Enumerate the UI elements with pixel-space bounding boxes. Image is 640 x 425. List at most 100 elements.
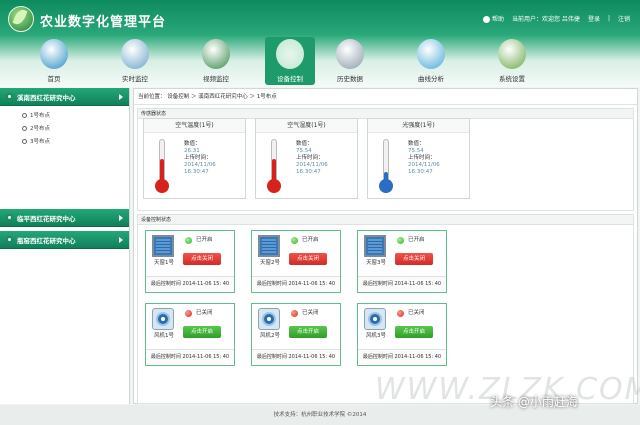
time-prefix: 最后控制时间: [362, 354, 393, 360]
nav-item-6[interactable]: 系统设置: [480, 37, 544, 85]
value-label: 数值：: [184, 141, 201, 147]
location-icon: [6, 214, 13, 221]
sensor-name: 空气湿度(1号): [256, 119, 357, 133]
last-control-time: 最后控制时间 2014-11-06 15: 40: [358, 349, 446, 364]
sidebar-group-xinan[interactable]: 溪南西红花研究中心: [0, 88, 129, 106]
close-button[interactable]: 点击关闭: [183, 253, 221, 265]
time-value: 2014-11-06 15: 40: [288, 354, 336, 360]
breadcrumb: 当前位置： 设备控制 ＞ 溪南西红花研究中心 ＞ 1号布点: [134, 89, 637, 105]
thermometer-icon: [267, 139, 281, 195]
sensor-value: 75.54: [296, 148, 312, 154]
device-name: 风机1号: [154, 333, 174, 339]
last-control-time: 最后控制时间 2014-11-06 15: 40: [358, 276, 446, 291]
sensor-values: 数值： 75.54 上传时间： 2014/11/06 16:30:47: [296, 141, 328, 176]
time-value: 2014-11-06 15: 40: [288, 281, 336, 287]
device-name: 天窗2号: [260, 260, 280, 266]
nav-item-1[interactable]: 实时监控: [103, 37, 167, 85]
thermometer-bulb: [379, 179, 393, 193]
help-icon: [483, 16, 490, 23]
nav-item-label: 曲线分析: [418, 75, 444, 83]
sidebar-item-point-2[interactable]: 2号布点: [30, 123, 129, 136]
fan-hub: [373, 317, 377, 321]
separator: |: [607, 15, 610, 22]
status-off-icon: [291, 310, 298, 317]
time-value: 2014-11-06 15: 40: [394, 281, 442, 287]
header-banner: 农业数字化管理平台 帮助 当前用户：欢迎您 吕伟捷 登录 | 注销 首页 实时监控…: [0, 0, 640, 87]
nav-item-0[interactable]: 首页: [22, 37, 86, 85]
nav-item-4[interactable]: 历史数据: [318, 37, 382, 85]
nav-item-label: 设备控制: [277, 75, 303, 83]
thermometer-icon: [155, 139, 169, 195]
nav-item-5[interactable]: 曲线分析: [399, 37, 463, 85]
sensor-date: 2014/11/06: [296, 162, 328, 168]
time-label: 上传时间：: [184, 155, 212, 161]
time-value: 2014-11-06 15: 40: [394, 354, 442, 360]
main-nav: 首页 实时监控 视频监控 设备控制 历史数据 曲线分析 系统设置: [22, 37, 561, 85]
sidebar-item-point-1[interactable]: 1号布点: [30, 110, 129, 123]
device-status: 已开启: [408, 237, 425, 243]
sensor-card: 光强度(1号) 数值： 75.54 上传时间： 2014/11/06 16:30:47: [367, 118, 470, 199]
device-name: 天窗3号: [366, 260, 386, 266]
status-off-icon: [185, 310, 192, 317]
close-button[interactable]: 点击关闭: [289, 253, 327, 265]
blind-slats: [156, 239, 170, 253]
time-label: 上传时间：: [296, 155, 324, 161]
settings-icon: [498, 39, 526, 69]
open-button[interactable]: 点击开启: [395, 326, 433, 338]
window-blind-icon: [152, 235, 174, 257]
device-card: 天窗2号 已开启点击关闭最后控制时间 2014-11-06 15: 40: [251, 230, 341, 293]
open-button[interactable]: 点击开启: [183, 326, 221, 338]
device-icon: [276, 39, 304, 69]
fan-icon: [152, 308, 174, 330]
control-section-title: 设备控制状态: [138, 215, 633, 225]
sidebar-group-linping[interactable]: 临平西红花研究中心: [0, 209, 129, 227]
sidebar: 溪南西红花研究中心 1号布点 2号布点 3号布点 临平西红花研究中心 瓶窑西红花…: [0, 88, 130, 404]
fan-icon: [364, 308, 386, 330]
database-icon: [336, 39, 364, 69]
sidebar-group-pingyao[interactable]: 瓶窑西红花研究中心: [0, 231, 129, 249]
device-status: 已关闭: [302, 310, 319, 316]
fan-icon: [258, 308, 280, 330]
location-icon: [6, 236, 13, 243]
device-status: 已开启: [302, 237, 319, 243]
device-status: 已关闭: [408, 310, 425, 316]
device-card: 风机2号 已关闭 点击开启 最后控制时间 2014-11-06 15: 40: [251, 303, 341, 366]
time-value: 2014-11-06 15: 40: [182, 354, 230, 360]
device-card: 天窗1号 已开启 点击关闭 最后控制时间 2014-11-06 15: 40: [145, 230, 235, 293]
nav-item-3[interactable]: 设备控制: [265, 37, 315, 85]
nav-item-2[interactable]: 视频监控: [184, 37, 248, 85]
satellite-icon: [121, 39, 149, 69]
thermometer-bulb: [155, 179, 169, 193]
chart-icon: [417, 39, 445, 69]
time-prefix: 最后控制时间: [362, 281, 393, 287]
chevron-right-icon: [119, 93, 123, 100]
fan-hub: [267, 317, 271, 321]
time-label: 上传时间：: [408, 155, 436, 161]
sensor-values: 数值： 26.31 上传时间： 2014/11/06 16:30:47: [184, 141, 216, 176]
open-button[interactable]: 点击开启: [289, 326, 327, 338]
current-user: 当前用户：欢迎您 吕伟捷: [512, 16, 580, 23]
chevron-right-icon: [119, 236, 123, 243]
window-blind-icon: [258, 235, 280, 257]
time-prefix: 最后控制时间: [256, 281, 287, 287]
sensor-name: 光强度(1号): [368, 119, 469, 133]
device-status: 已关闭: [196, 310, 213, 316]
location-icon: [6, 93, 13, 100]
value-label: 数值：: [296, 141, 313, 147]
sensor-time: 16:30:47: [296, 169, 321, 175]
login-link[interactable]: 登录: [588, 14, 600, 23]
close-button[interactable]: 点击关闭: [395, 253, 433, 265]
sidebar-item-point-3[interactable]: 3号布点: [30, 136, 129, 149]
nav-item-label: 系统设置: [499, 75, 525, 83]
sensor-time: 16:30:47: [408, 169, 433, 175]
last-control-time: 最后控制时间 2014-11-06 15: 40: [146, 349, 234, 364]
device-name: 风机3号: [366, 333, 386, 339]
logout-link[interactable]: 注销: [618, 14, 630, 23]
sensor-value: 75.54: [408, 148, 424, 154]
help-link[interactable]: 帮助: [483, 14, 504, 23]
last-control-time: 最后控制时间 2014-11-06 15: 40: [252, 349, 340, 364]
nav-item-label: 历史数据: [337, 75, 363, 83]
time-prefix: 最后控制时间: [150, 354, 181, 360]
device-status: 已开启: [196, 237, 213, 243]
status-on-icon: [397, 237, 404, 244]
